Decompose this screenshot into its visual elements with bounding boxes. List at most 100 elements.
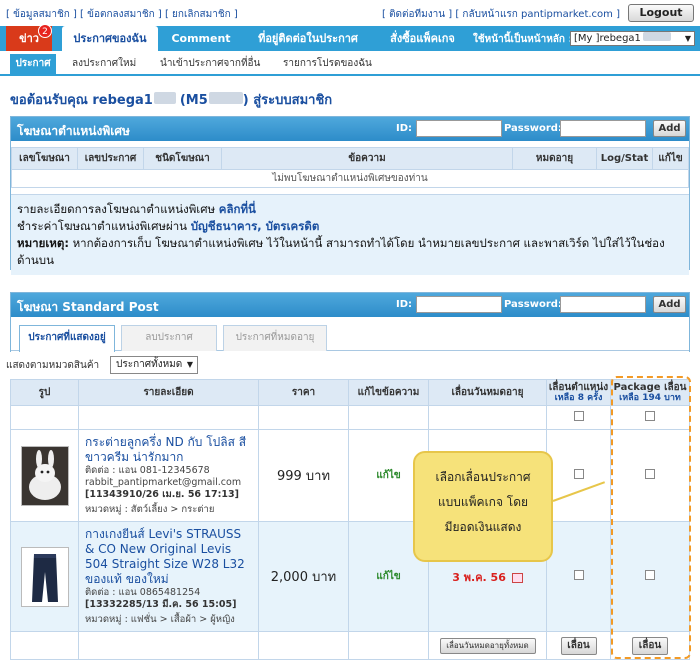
post-price: 2,000 บาท (258, 521, 349, 632)
col-ad-type: ชนิดโฆษณา (143, 147, 222, 170)
tab-deleted-posts[interactable]: ลบประกาศ (121, 325, 217, 351)
package-column-highlight (611, 376, 691, 659)
sub-tab-bar: ประกาศ ลงประกาศใหม่ นำเข้าประกาศจากที่อื… (0, 51, 700, 76)
tab-comment[interactable]: Comment (165, 26, 237, 51)
callout-line-3: มียอดเงินแสดง (444, 520, 522, 534)
posts-table: รูป รายละเอียด ราคา แก้ไขข้อความ เลื่อนว… (10, 379, 690, 660)
info-detail-text: รายละเอียดการลงโฆษณาตำแหน่งพิเศษ (17, 202, 219, 216)
top-bar: [ ข้อมูลสมาชิก ] [ ข้อตกลงสมาชิก ] [ ยกเ… (0, 0, 700, 26)
main-tab-bar: ข่าว 2 ประกาศของฉัน Comment ที่อยู่ติดต่… (0, 24, 700, 51)
post-id-date: [11343910/26 เม.ย. 56 17:13] (85, 489, 239, 500)
standard-post-header: โฆษณา Standard Post ID: Password: Add (11, 293, 689, 317)
select-all-slide-checkbox[interactable] (573, 411, 584, 421)
standard-id-input[interactable] (416, 296, 502, 313)
col-extend-expire: เลื่อนวันหมดอายุ (428, 379, 547, 406)
logout-button[interactable]: Logout (628, 4, 694, 22)
home-page-value: [My ]rebega1 (574, 33, 641, 44)
post-contact: ติดต่อ : แอน 081-12345678 (85, 465, 210, 476)
special-id-input[interactable] (416, 120, 502, 137)
slide-button[interactable]: เลื่อน (560, 636, 597, 655)
special-ads-table: เลขโฆษณา เลขประกาศ ชนิดโฆษณา ข้อความ หมด… (11, 147, 689, 188)
subtab-import[interactable]: นำเข้าประกาศจากที่อื่น (160, 56, 260, 71)
callout-line-2: แบบแพ็คเกจ โดย (437, 495, 529, 509)
jeans-thumbnail[interactable] (20, 546, 69, 607)
post-expire-date: 3 พ.ค. 56 (452, 570, 506, 584)
info-note-label: หมายเหตุ: (17, 236, 69, 250)
post-category: หมวดหมู่ : สัตว์เลี้ยง > กระต่าย (85, 504, 215, 515)
post-tabs: ประกาศที่แสดงอยู่ ลบประกาศ ประกาศที่หมดอ… (11, 317, 689, 352)
col-detail: รายละเอียด (78, 379, 259, 406)
home-page-label: ใช้หน้านี้เป็นหน้าหลัก : (473, 34, 573, 45)
special-ads-title: โฆษณาตำแหน่งพิเศษ (17, 124, 130, 138)
post-price: 999 บาท (258, 429, 349, 522)
slide-position-checkbox[interactable] (573, 570, 584, 580)
extend-all-button[interactable]: เลื่อนวันหมดอายุทั้งหมด (439, 637, 536, 654)
empty-message: ไม่พบโฆษณาตำแหน่งพิเศษของท่าน (11, 169, 689, 188)
site-links[interactable]: [ ติดต่อทีมงาน ] [ กลับหน้าแรก pantipmar… (382, 7, 620, 22)
col-expire: หมดอายุ (512, 147, 597, 170)
post-id-date: [13332285/13 มี.ค. 56 15:05] (85, 599, 237, 610)
post-category: หมวดหมู่ : แฟชั่น > เสื้อผ้า > ผู้หญิง (85, 614, 235, 625)
rabbit-image-icon (28, 449, 61, 500)
col-image: รูป (10, 379, 79, 406)
member-id-redaction (208, 92, 243, 104)
standard-password-label: Password: (504, 299, 562, 310)
col-log-stat: Log/Stat (596, 147, 653, 170)
info-note-text: หากต้องการเก็บ โฆษณาตำแหน่งพิเศษ ไว้ในหน… (17, 236, 665, 267)
info-payment-link[interactable]: บัญชีธนาคาร, บัตรเครดิต (191, 219, 320, 233)
rabbit-thumbnail[interactable] (20, 445, 69, 506)
member-links[interactable]: [ ข้อมูลสมาชิก ] [ ข้อตกลงสมาชิก ] [ ยกเ… (6, 7, 238, 22)
tab-news-label: ข่าว (19, 32, 39, 45)
subtab-new-ad[interactable]: ลงประกาศใหม่ (72, 56, 136, 71)
tab-expired-posts[interactable]: ประกาศที่หมดอายุ (223, 325, 327, 351)
slide-position-checkbox[interactable] (573, 469, 584, 479)
subtab-favorites[interactable]: รายการโปรดของฉัน (283, 56, 372, 71)
special-ads-info: รายละเอียดการลงโฆษณาตำแหน่งพิเศษ คลิกที่… (11, 194, 689, 275)
standard-password-input[interactable] (560, 296, 646, 313)
chevron-down-icon: ▼ (684, 34, 691, 43)
col-slide-position: เลื่อนตำแหน่ง เหลือ 8 ครั้ง (546, 379, 611, 406)
tab-my-ads[interactable]: ประกาศของฉัน (62, 26, 158, 51)
col-ad-no: เลขโฆษณา (11, 147, 78, 170)
welcome-suffix: ) สู่ระบบสมาชิก (242, 93, 333, 108)
category-filter-select[interactable]: ประกาศทั้งหมด ▼ (110, 356, 198, 374)
info-payment-text: ชำระค่าโฆษณาตำแหน่งพิเศษผ่าน (17, 219, 191, 233)
tab-order-package[interactable]: สั่งซื้อแพ็คเกจ (380, 26, 465, 51)
col-message: ข้อความ (221, 147, 513, 170)
username-redaction (642, 32, 671, 41)
jeans-image-icon (31, 553, 58, 602)
news-count-badge: 2 (38, 24, 52, 38)
member-id-prefix: (M5 (179, 93, 208, 108)
post-contact: ติดต่อ : แอน 0865481254 (85, 587, 201, 598)
slide-position-remaining: เหลือ 8 ครั้ง (554, 392, 603, 403)
package-callout: เลือกเลื่อนประกาศ แบบแพ็คเกจ โดย มียอดเง… (413, 451, 553, 562)
tab-active-posts[interactable]: ประกาศที่แสดงอยู่ (19, 325, 115, 352)
subtab-ads[interactable]: ประกาศ (10, 54, 56, 74)
post-title[interactable]: กางเกงยีนส์ Levi's STRAUSS & CO New Orig… (85, 527, 252, 587)
special-ads-panel: โฆษณาตำแหน่งพิเศษ ID: Password: Add เลขโ… (10, 116, 690, 275)
category-filter-value: ประกาศทั้งหมด (116, 359, 183, 370)
standard-add-button[interactable]: Add (653, 296, 686, 313)
callout-line-1: เลือกเลื่อนประกาศ (435, 470, 531, 484)
welcome-heading: ขอต้อนรับคุณ rebega1 (M5 ) สู่ระบบสมาชิก (10, 89, 332, 110)
col-price: ราคา (258, 379, 349, 406)
table-row: กางเกงยีนส์ Levi's STRAUSS & CO New Orig… (10, 521, 690, 632)
post-email: rabbit_pantipmarket@gmail.com (85, 477, 242, 488)
calendar-icon[interactable] (511, 572, 523, 583)
welcome-prefix: ขอต้อนรับคุณ rebega1 (10, 93, 153, 108)
home-page-select[interactable]: [My ]rebega1 ▼ (570, 31, 695, 46)
special-id-label: ID: (396, 123, 413, 134)
special-add-button[interactable]: Add (653, 120, 686, 137)
username-redaction (153, 92, 176, 104)
standard-id-label: ID: (396, 299, 413, 310)
table-row: กระต่ายลูกครึ่ง ND กับ โปลิส สี ขาวครีม … (10, 429, 690, 522)
tab-contacted[interactable]: ที่อยู่ติดต่อในประกาศ (248, 26, 368, 51)
special-password-label: Password: (504, 123, 562, 134)
info-detail-link[interactable]: คลิกที่นี่ (219, 202, 256, 216)
category-filter-label: แสดงตามหมวดสินค้า (6, 360, 100, 371)
special-ads-header: โฆษณาตำแหน่งพิเศษ ID: Password: Add (11, 117, 689, 141)
special-password-input[interactable] (560, 120, 646, 137)
chevron-down-icon: ▼ (186, 360, 193, 369)
post-title[interactable]: กระต่ายลูกครึ่ง ND กับ โปลิส สี ขาวครีม … (85, 435, 252, 465)
standard-post-panel: โฆษณา Standard Post ID: Password: Add ปร… (10, 292, 690, 352)
